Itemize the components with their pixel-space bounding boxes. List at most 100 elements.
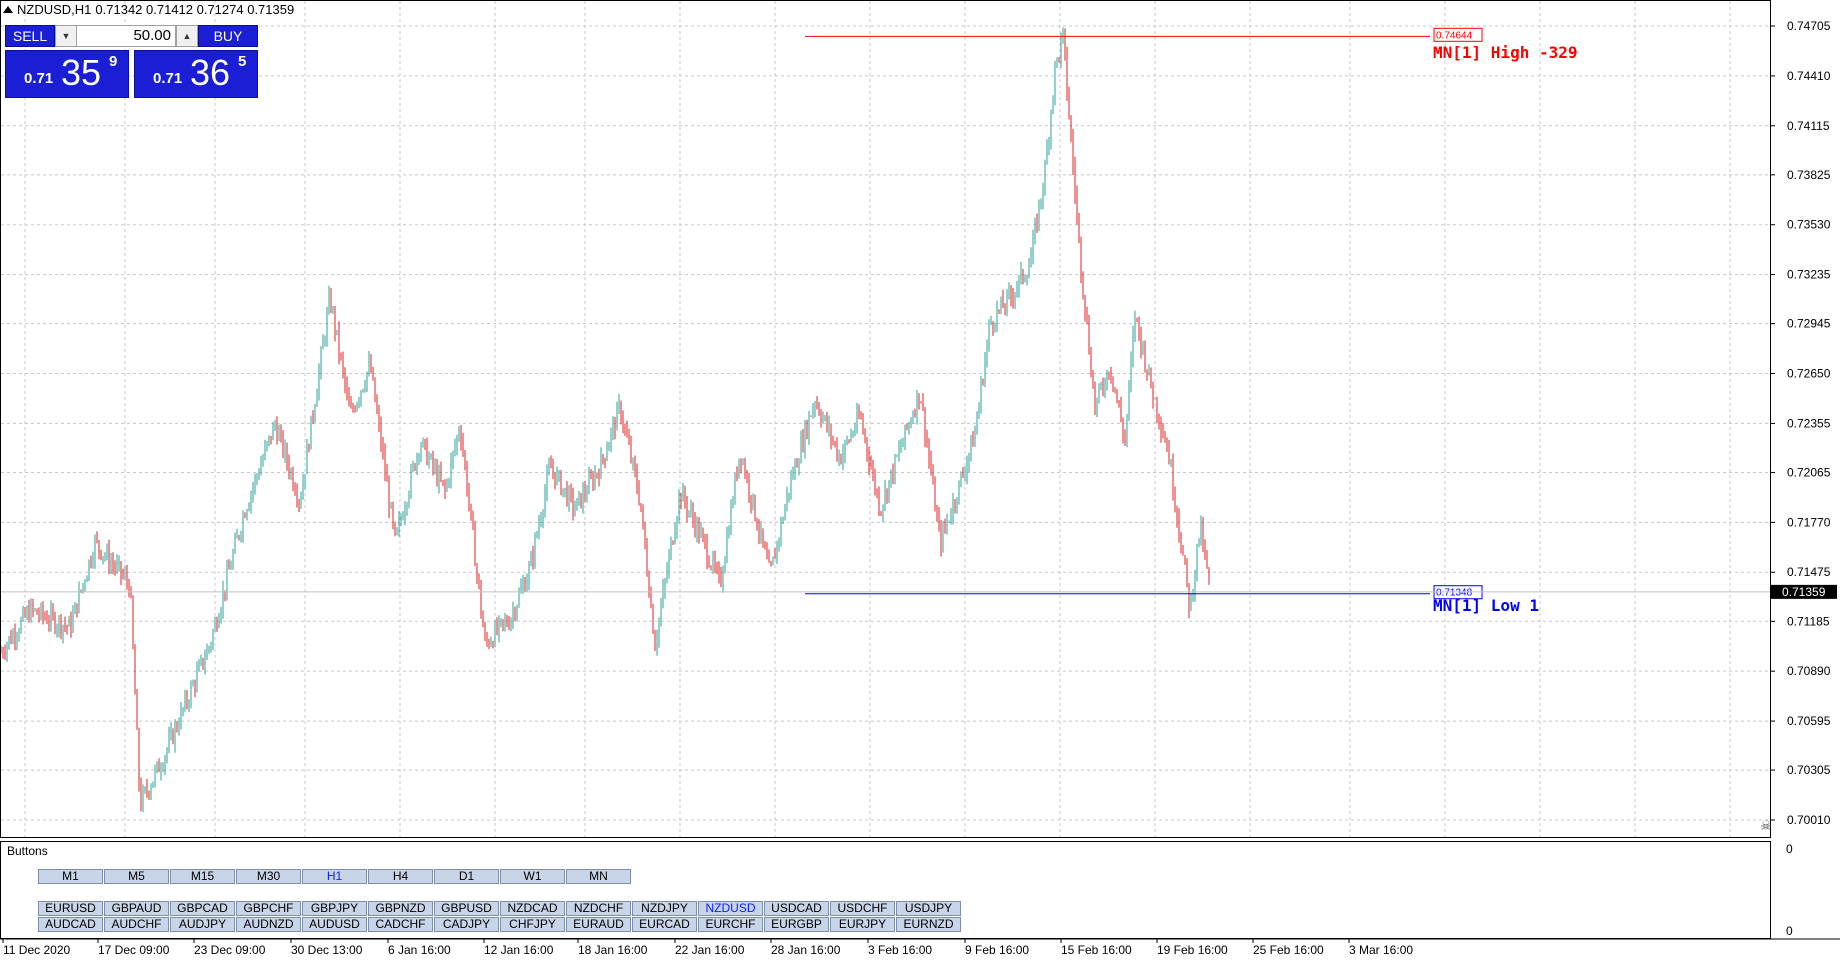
time-label: 6 Jan 16:00 [388,943,451,957]
symbol-button-eurnzd[interactable]: EURNZD [896,917,961,932]
price-label: 0.74410 [1787,69,1831,83]
chart-grid [1,1,1770,837]
time-axis: 11 Dec 2020 17 Dec 09:00 23 Dec 09:00 30 De… [2,939,1413,957]
buy-price-sup: 5 [238,53,247,70]
time-label: 22 Jan 16:00 [675,943,745,957]
symbol-button-eurusd[interactable]: EURUSD [38,901,103,916]
symbol-button-cadchf[interactable]: CADCHF [368,917,433,932]
symbol-button-audnzd[interactable]: AUDNZD [236,917,301,932]
symbol-button-nzdjpy[interactable]: NZDJPY [632,901,697,916]
symbol-button-gbpcad[interactable]: GBPCAD [170,901,235,916]
time-label: 18 Jan 16:00 [578,943,648,957]
price-label: 0.71770 [1787,515,1831,529]
symbol-button-eurchf[interactable]: EURCHF [698,917,763,932]
timeframe-button-h4[interactable]: H4 [368,869,433,884]
price-chart[interactable]: 0.746440.71348 ☠ 0.747050.744100.741150.… [0,0,1840,960]
chart-title: NZDUSD,H1 0.71342 0.71412 0.71274 0.7135… [3,2,294,17]
timeframe-button-m15[interactable]: M15 [170,869,235,884]
sell-price-box[interactable]: 0.71 35 9 [5,50,129,98]
indicator-axis-bottom: 0 [1786,924,1793,938]
low-level-label: MN[1] Low 1 [1433,596,1539,615]
price-axis: 0.74705 0.74410 0.74115 0.73825 0.73530 0.732… [1771,19,1837,938]
symbol-button-nzdcad[interactable]: NZDCAD [500,901,565,916]
sell-price-big: 35 [61,52,102,93]
time-label: 23 Dec 09:00 [194,943,266,957]
time-label: 19 Feb 16:00 [1157,943,1228,957]
ohlc-values: 0.71342 0.71412 0.71274 0.71359 [95,2,295,17]
buy-price-box[interactable]: 0.71 36 5 [134,50,258,98]
symbol-button-gbpchf[interactable]: GBPCHF [236,901,301,916]
symbol-button-gbpjpy[interactable]: GBPJPY [302,901,367,916]
time-label: 12 Jan 16:00 [484,943,554,957]
time-label: 15 Feb 16:00 [1061,943,1132,957]
time-label: 9 Feb 16:00 [965,943,1029,957]
price-label: 0.72650 [1787,367,1831,381]
timeframe-button-m1[interactable]: M1 [38,869,103,884]
price-label: 0.71475 [1787,565,1831,579]
symbol-button-usdchf[interactable]: USDCHF [830,901,895,916]
level-price-text: 0.74644 [1436,30,1473,41]
symbol-button-cadjpy[interactable]: CADJPY [434,917,499,932]
marker-icon: ☠ [1760,818,1772,833]
symbol-button-audchf[interactable]: AUDCHF [104,917,169,932]
lot-size-input[interactable]: 50.00 [76,25,176,47]
time-label: 17 Dec 09:00 [98,943,170,957]
lot-decrease-button[interactable]: ▼ [55,25,77,47]
high-level-label: MN[1] High -329 [1433,43,1578,62]
symbol-button-audusd[interactable]: AUDUSD [302,917,367,932]
levels: 0.746440.71348 [1,27,1770,600]
timeframe-button-m5[interactable]: M5 [104,869,169,884]
triangle-icon [3,6,13,13]
price-label: 0.74705 [1787,19,1831,33]
symbol-button-nzdusd[interactable]: NZDUSD [698,901,763,916]
symbol-button-euraud[interactable]: EURAUD [566,917,631,932]
time-label: 28 Jan 16:00 [771,943,841,957]
price-label: 0.74115 [1787,119,1830,133]
symbol-button-eurjpy[interactable]: EURJPY [830,917,895,932]
symbol-button-usdjpy[interactable]: USDJPY [896,901,961,916]
timeframe-button-h1[interactable]: H1 [302,869,367,884]
price-label: 0.72065 [1787,465,1831,479]
symbol-button-eurcad[interactable]: EURCAD [632,917,697,932]
time-label: 3 Feb 16:00 [868,943,932,957]
symbol-button-gbpaud[interactable]: GBPAUD [104,901,169,916]
one-click-trading-panel: SELL ▼ 50.00 ▲ BUY 0.71 35 9 0.71 36 5 [5,23,258,100]
indicator-pane-title: Buttons [7,844,48,858]
symbol-button-gbpnzd[interactable]: GBPNZD [368,901,433,916]
candles [0,27,1210,813]
sell-price-small: 0.71 [24,70,54,87]
timeframe-button-mn[interactable]: MN [566,869,631,884]
time-label: 25 Feb 16:00 [1253,943,1324,957]
symbol-button-gbpusd[interactable]: GBPUSD [434,901,499,916]
chart-frames: ☠ [0,0,1840,940]
buy-price-big: 36 [190,52,231,93]
symbol-button-usdcad[interactable]: USDCAD [764,901,829,916]
indicator-axis-top: 0 [1786,842,1793,856]
timeframe-button-m30[interactable]: M30 [236,869,301,884]
time-label: 11 Dec 2020 [3,943,70,957]
time-label: 30 Dec 13:00 [291,943,363,957]
time-label: 3 Mar 16:00 [1349,943,1413,957]
symbol-button-eurgbp[interactable]: EURGBP [764,917,829,932]
symbol-button-nzdchf[interactable]: NZDCHF [566,901,631,916]
price-label: 0.72355 [1787,416,1831,430]
symbol-button-audjpy[interactable]: AUDJPY [170,917,235,932]
price-label: 0.70595 [1787,714,1831,728]
timeframe-button-d1[interactable]: D1 [434,869,499,884]
buy-button[interactable]: BUY [198,25,258,47]
price-label: 0.73235 [1787,268,1831,282]
symbol-timeframe: NZDUSD,H1 [17,2,92,17]
price-label: 0.70305 [1787,763,1831,777]
sell-button[interactable]: SELL [5,25,55,47]
price-label: 0.70010 [1787,813,1831,827]
timeframe-button-w1[interactable]: W1 [500,869,565,884]
price-label: 0.71185 [1787,614,1830,628]
price-label: 0.72945 [1787,317,1831,331]
price-label: 0.70890 [1787,664,1831,678]
price-label: 0.73530 [1787,218,1831,232]
price-label: 0.73825 [1787,168,1831,182]
symbol-button-chfjpy[interactable]: CHFJPY [500,917,565,932]
symbol-button-audcad[interactable]: AUDCAD [38,917,103,932]
lot-increase-button[interactable]: ▲ [176,25,198,47]
current-price-text: 0.71359 [1782,585,1826,599]
